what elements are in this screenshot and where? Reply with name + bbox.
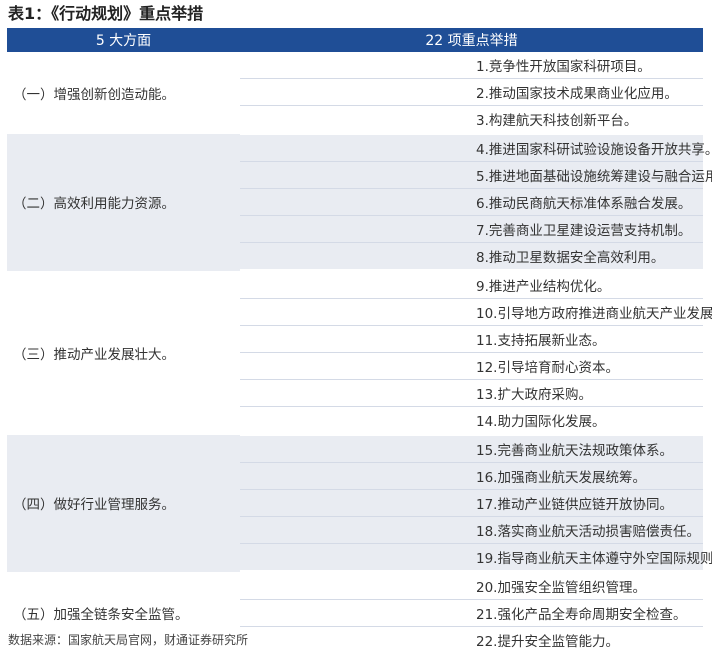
table-title: 表1：《行动规划》重点举措 <box>8 4 204 23</box>
table-row: （三）推动产业发展壮大。 9.推进产业结构优化。 <box>7 270 703 363</box>
measure-cell: 21.强化产品全寿命周期安全检查。 <box>240 599 703 627</box>
table-row: （一）增强创新创造动能。 1.竞争性开放国家科研项目。 <box>7 52 703 103</box>
measure-cell: 7.完善商业卫星建设运营支持机制。 <box>240 215 703 243</box>
measure-cell: 1.竞争性开放国家科研项目。 <box>240 52 703 79</box>
measure-cell: 13.扩大政府采购。 <box>240 379 703 407</box>
measure-cell: 16.加强商业航天发展统筹。 <box>240 462 703 490</box>
measure-cell: 3.构建航天科技创新平台。 <box>240 105 703 135</box>
aspect-cell: （三）推动产业发展壮大。 <box>13 346 175 363</box>
measure-cell: 4.推进国家科研试验设施设备开放共享。 <box>240 133 712 162</box>
table-row: （五）加强全链条安全监管。 20.加强安全监管组织管理。 <box>7 571 703 623</box>
measure-cell: 12.引导培育耐心资本。 <box>240 352 703 380</box>
measure-cell: 6.推动民商航天标准体系融合发展。 <box>240 188 703 216</box>
table-header: 5 大方面 22 项重点举措 <box>7 28 703 52</box>
aspect-cell: （四）做好行业管理服务。 <box>7 434 240 572</box>
table-row: （四）做好行业管理服务。 15.完善商业航天法规政策体系。 <box>7 434 703 572</box>
measure-cell: 5.推进地面基础设施统筹建设与融合运用。 <box>240 161 712 189</box>
source-note: 数据来源：国家航天局官网，财通证券研究所 <box>8 633 249 647</box>
measure-cell: 9.推进产业结构优化。 <box>240 270 703 299</box>
table-row: （二）高效利用能力资源。 4.推进国家科研试验设施设备开放共享。 <box>7 133 712 271</box>
aspect-cell: （一）增强创新创造动能。 <box>13 86 175 103</box>
measure-cell: 17.推动产业链供应链开放协同。 <box>240 489 703 517</box>
measure-cell: 22.提升安全监管能力。 <box>240 626 703 656</box>
measure-cell: 10.引导地方政府推进商业航天产业发展。 <box>240 298 712 326</box>
table-body: （一）增强创新创造动能。 1.竞争性开放国家科研项目。 2.推动国家技术成果商业化应… <box>7 52 712 656</box>
aspect-cell: （二）高效利用能力资源。 <box>7 133 240 271</box>
measure-cell: 15.完善商业航天法规政策体系。 <box>240 434 703 463</box>
measures-table: 5 大方面 22 项重点举措 （一）增强创新创造动能。 1.竞争性开放国家科研项目… <box>7 28 712 656</box>
measure-cell: 19.指导商业航天主体遵守外空国际规则。 <box>240 543 712 573</box>
measure-cell: 18.落实商业航天活动损害赔偿责任。 <box>240 516 703 544</box>
measure-cell: 8.推动卫星数据安全高效利用。 <box>240 242 703 272</box>
measure-cell: 2.推动国家技术成果商业化应用。 <box>240 78 703 106</box>
header-measures: 22 项重点举措 <box>240 28 703 52</box>
measure-cell: 11.支持拓展新业态。 <box>240 325 703 353</box>
measure-cell: 14.助力国际化发展。 <box>240 406 703 436</box>
measure-cell: 20.加强安全监管组织管理。 <box>240 571 703 600</box>
header-aspects: 5 大方面 <box>7 28 240 52</box>
